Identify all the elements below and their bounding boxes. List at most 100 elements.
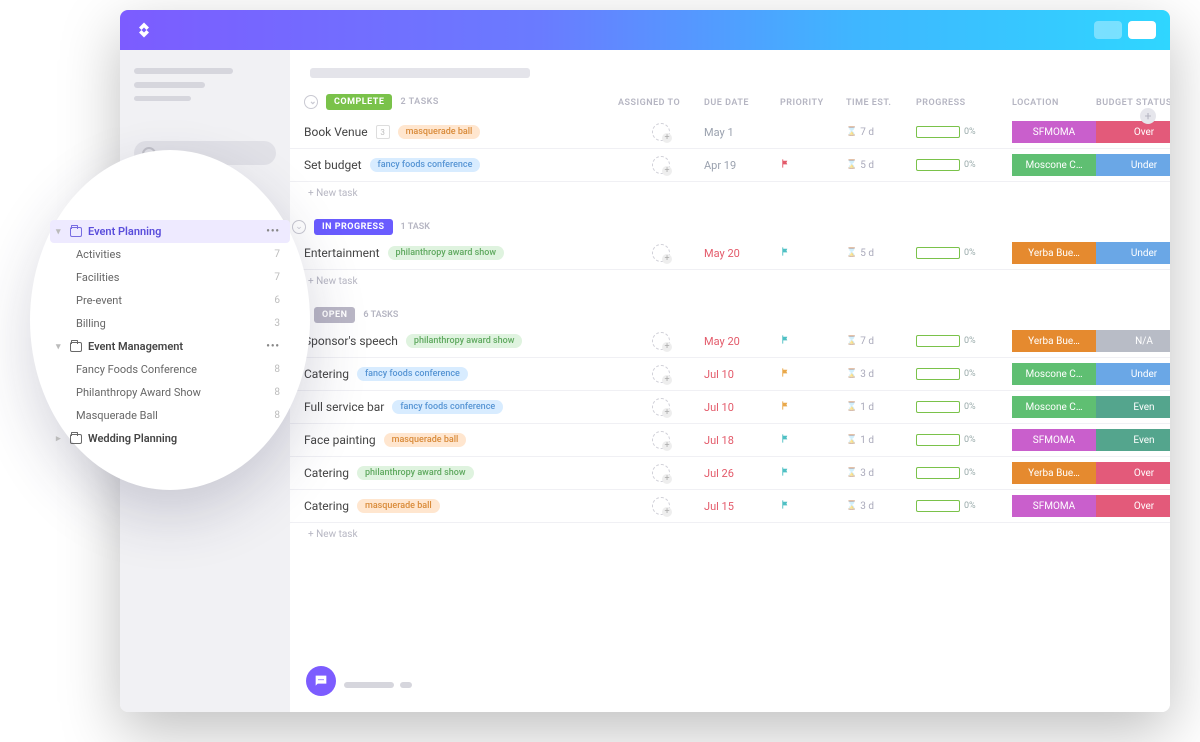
assign-user-button[interactable] — [652, 464, 670, 482]
location-chip[interactable]: SFMOMA — [1012, 121, 1096, 143]
time-estimate[interactable]: 1 d — [846, 435, 916, 446]
task-title[interactable]: Catering — [304, 499, 349, 513]
priority-cell[interactable] — [780, 246, 846, 260]
time-estimate[interactable]: 1 d — [846, 402, 916, 413]
assign-user-button[interactable] — [652, 398, 670, 416]
task-tag[interactable]: philanthropy award show — [388, 246, 505, 260]
progress-cell[interactable]: 0% — [916, 500, 1012, 512]
time-estimate[interactable]: 3 d — [846, 501, 916, 512]
col-location[interactable]: LOCATION — [1012, 98, 1096, 108]
col-budget[interactable]: BUDGET STATUS — [1096, 98, 1170, 108]
assign-user-button[interactable] — [652, 431, 670, 449]
more-icon[interactable]: ••• — [266, 341, 280, 352]
budget-chip[interactable]: Over — [1096, 462, 1170, 484]
task-row[interactable]: Catering fancy foods conference Jul 10 3… — [290, 358, 1170, 391]
task-tag[interactable]: fancy foods conference — [392, 400, 503, 414]
assign-user-button[interactable] — [652, 156, 670, 174]
priority-cell[interactable] — [780, 367, 846, 381]
budget-chip[interactable]: Even — [1096, 429, 1170, 451]
col-priority[interactable]: PRIORITY — [780, 98, 846, 108]
task-row[interactable]: Book Venue 3 masquerade ball May 1 7 d 0… — [290, 116, 1170, 149]
progress-cell[interactable]: 0% — [916, 368, 1012, 380]
new-task-button[interactable]: + New task — [290, 182, 1170, 205]
budget-chip[interactable]: Over — [1096, 121, 1170, 143]
task-title[interactable]: Face painting — [304, 433, 376, 447]
task-row[interactable]: Catering philanthropy award show Jul 26 … — [290, 457, 1170, 490]
budget-chip[interactable]: Under — [1096, 154, 1170, 176]
progress-cell[interactable]: 0% — [916, 126, 1012, 138]
location-chip[interactable]: Yerba Bue… — [1012, 462, 1096, 484]
priority-flag-icon[interactable] — [780, 246, 791, 257]
task-tag[interactable]: masquerade ball — [357, 499, 440, 513]
list-item[interactable]: Pre-event 6 — [50, 289, 290, 312]
col-due[interactable]: DUE DATE — [704, 98, 780, 108]
assign-user-button[interactable] — [652, 244, 670, 262]
task-title[interactable]: Sponsor's speech — [304, 334, 398, 348]
time-estimate[interactable]: 5 d — [846, 248, 916, 259]
due-date[interactable]: May 20 — [704, 335, 780, 348]
location-chip[interactable]: Yerba Bue… — [1012, 330, 1096, 352]
task-title[interactable]: Catering — [304, 466, 349, 480]
task-title[interactable]: Set budget — [304, 158, 362, 172]
folder-item[interactable]: ▾ Event Management ••• — [50, 335, 290, 358]
progress-cell[interactable]: 0% — [916, 159, 1012, 171]
list-item[interactable]: Fancy Foods Conference 8 — [50, 358, 290, 381]
priority-flag-icon[interactable] — [780, 367, 791, 378]
col-progress[interactable]: PROGRESS — [916, 98, 1012, 108]
task-title[interactable]: Book Venue — [304, 125, 368, 139]
list-item[interactable]: Activities 7 — [50, 243, 290, 266]
task-title[interactable]: Entertainment — [304, 246, 380, 260]
progress-cell[interactable]: 0% — [916, 434, 1012, 446]
assign-user-button[interactable] — [652, 497, 670, 515]
collapse-group-button[interactable]: ⌄ — [304, 95, 318, 109]
task-row[interactable]: Sponsor's speech philanthropy award show… — [290, 325, 1170, 358]
status-chip[interactable]: IN PROGRESS — [314, 219, 393, 235]
task-row[interactable]: Full service bar fancy foods conference … — [290, 391, 1170, 424]
list-item[interactable]: Facilities 7 — [50, 266, 290, 289]
task-row[interactable]: Face painting masquerade ball Jul 18 1 d… — [290, 424, 1170, 457]
time-estimate[interactable]: 3 d — [846, 468, 916, 479]
new-task-button[interactable]: + New task — [290, 523, 1170, 546]
assign-user-button[interactable] — [652, 332, 670, 350]
list-item[interactable]: Billing 3 — [50, 312, 290, 335]
budget-chip[interactable]: Under — [1096, 363, 1170, 385]
location-chip[interactable]: Moscone C… — [1012, 154, 1096, 176]
time-estimate[interactable]: 3 d — [846, 369, 916, 380]
due-date[interactable]: Jul 18 — [704, 434, 780, 447]
time-estimate[interactable]: 7 d — [846, 127, 916, 138]
task-row[interactable]: Catering masquerade ball Jul 15 3 d 0% S… — [290, 490, 1170, 523]
more-icon[interactable]: ••• — [266, 226, 280, 237]
due-date[interactable]: Apr 19 — [704, 159, 780, 172]
priority-flag-icon[interactable] — [780, 433, 791, 444]
due-date[interactable]: Jul 10 — [704, 368, 780, 381]
assign-user-button[interactable] — [652, 365, 670, 383]
time-estimate[interactable]: 5 d — [846, 160, 916, 171]
priority-cell[interactable] — [780, 466, 846, 480]
folder-item[interactable]: ▸ Wedding Planning — [50, 427, 290, 450]
location-chip[interactable]: SFMOMA — [1012, 495, 1096, 517]
task-tag[interactable]: fancy foods conference — [357, 367, 468, 381]
budget-chip[interactable]: N/A — [1096, 330, 1170, 352]
progress-cell[interactable]: 0% — [916, 401, 1012, 413]
location-chip[interactable]: Moscone C… — [1012, 363, 1096, 385]
time-estimate[interactable]: 7 d — [846, 336, 916, 347]
location-chip[interactable]: SFMOMA — [1012, 429, 1096, 451]
priority-flag-icon[interactable] — [780, 400, 791, 411]
task-row[interactable]: Entertainment philanthropy award show Ma… — [290, 237, 1170, 270]
budget-chip[interactable]: Over — [1096, 495, 1170, 517]
assign-user-button[interactable] — [652, 123, 670, 141]
progress-cell[interactable]: 0% — [916, 335, 1012, 347]
location-chip[interactable]: Yerba Bue… — [1012, 242, 1096, 264]
status-chip[interactable]: OPEN — [314, 307, 355, 323]
col-est[interactable]: TIME EST. — [846, 98, 916, 108]
status-chip[interactable]: COMPLETE — [326, 94, 392, 110]
priority-cell[interactable] — [780, 433, 846, 447]
progress-cell[interactable]: 0% — [916, 467, 1012, 479]
task-tag[interactable]: philanthropy award show — [406, 334, 523, 348]
col-assigned[interactable]: ASSIGNED TO — [618, 98, 704, 108]
task-title[interactable]: Full service bar — [304, 400, 384, 414]
budget-chip[interactable]: Under — [1096, 242, 1170, 264]
titlebar-button[interactable] — [1128, 21, 1156, 39]
priority-cell[interactable] — [780, 158, 846, 172]
priority-cell[interactable] — [780, 499, 846, 513]
